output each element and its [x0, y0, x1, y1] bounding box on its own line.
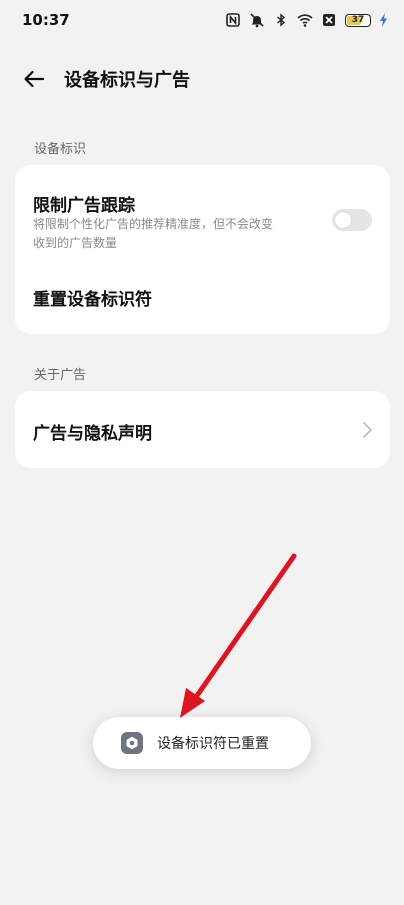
bluetooth-icon [277, 13, 286, 27]
mute-icon [250, 13, 264, 28]
about-ads-card: 广告与隐私声明 [15, 391, 390, 468]
ad-privacy-statement-title: 广告与隐私声明 [33, 424, 152, 444]
toast: 设备标识符已重置 [93, 717, 311, 769]
settings-gear-icon [121, 732, 143, 754]
header: 设备标识与广告 [0, 55, 404, 103]
charging-icon [380, 13, 387, 27]
subtitle-line-1: 将限制个性化广告的推荐精准度，但不会改变 [33, 217, 274, 231]
limit-ad-tracking-row[interactable]: 限制广告跟踪 将限制个性化广告的推荐精准度，但不会改变 收到的广告数量 [15, 165, 390, 260]
toggle-knob [335, 212, 351, 228]
limit-ad-tracking-title: 限制广告跟踪 [33, 196, 135, 216]
subtitle-line-2: 收到的广告数量 [33, 236, 118, 250]
back-arrow-icon [24, 70, 45, 88]
device-id-card: 限制广告跟踪 将限制个性化广告的推荐精准度，但不会改变 收到的广告数量 重置设备… [15, 165, 390, 334]
page-title: 设备标识与广告 [64, 70, 190, 91]
reset-device-id-title: 重置设备标识符 [33, 290, 152, 310]
status-time: 10:37 [22, 11, 70, 29]
nfc-icon [226, 13, 240, 27]
limit-ad-tracking-toggle[interactable] [332, 209, 372, 231]
section-label-about-ads: 关于广告 [34, 368, 87, 383]
status-icons: 37 [225, 11, 388, 29]
section-label-device-id: 设备标识 [34, 142, 87, 157]
battery-level: 37 [351, 14, 365, 25]
no-sim-icon [323, 14, 335, 26]
battery-icon: 37 [345, 13, 371, 27]
status-bar: 10:37 37 [0, 0, 404, 40]
ad-privacy-statement-row[interactable]: 广告与隐私声明 [15, 391, 390, 468]
limit-ad-tracking-subtitle: 将限制个性化广告的推荐精准度，但不会改变 收到的广告数量 [33, 215, 323, 253]
reset-device-id-row[interactable]: 重置设备标识符 [15, 265, 390, 325]
wifi-icon [297, 14, 313, 27]
chevron-right-icon [363, 422, 372, 438]
back-button[interactable] [20, 65, 48, 93]
toast-message: 设备标识符已重置 [157, 736, 269, 752]
